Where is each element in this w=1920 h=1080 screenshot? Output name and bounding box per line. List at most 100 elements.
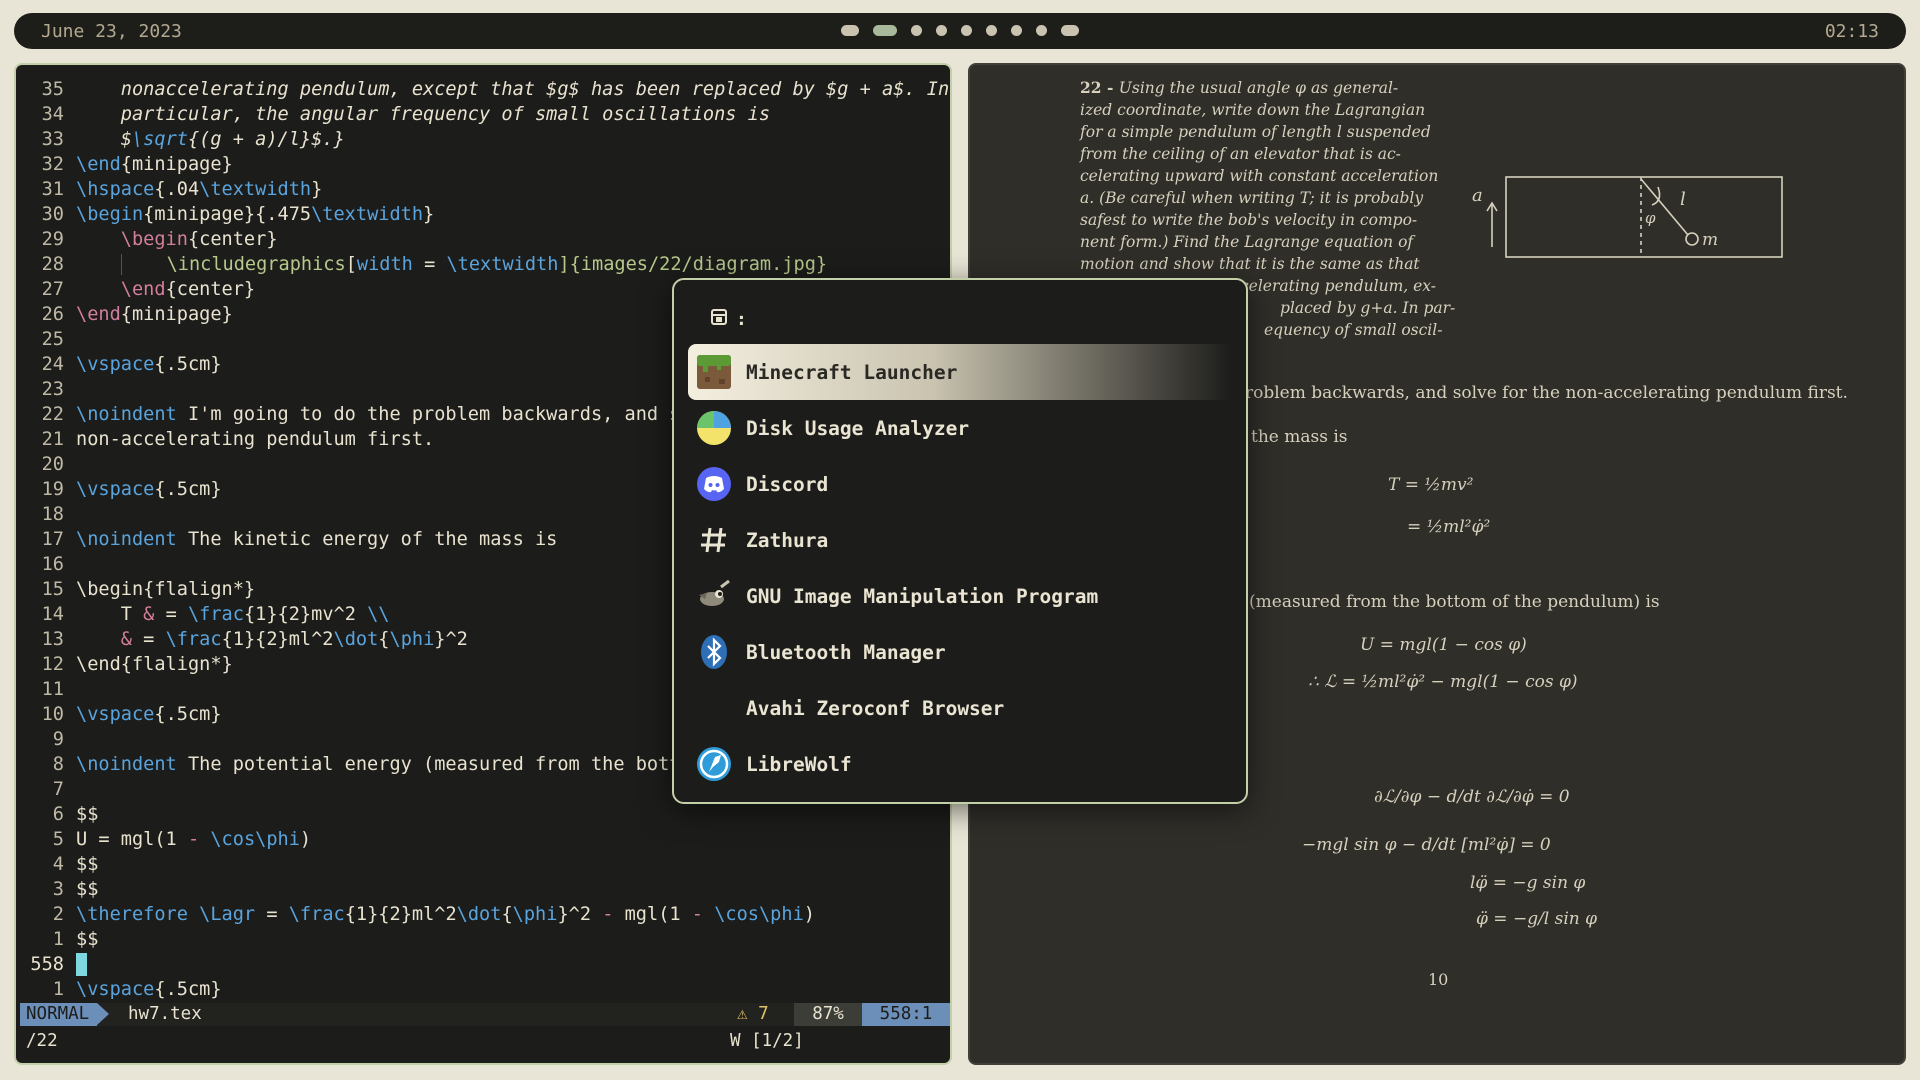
code-token: }^2 xyxy=(557,904,603,925)
problem-line: ized coordinate, write down the Lagrangi… xyxy=(1080,99,1440,121)
workspace-6[interactable] xyxy=(986,25,997,36)
line-number: 8 xyxy=(52,754,64,775)
app-launcher[interactable]: : Minecraft Launcher Disk Usage Analyzer D… xyxy=(672,278,1248,804)
code-line[interactable]: 28 \includegraphics[width = \textwidth]{… xyxy=(16,252,950,277)
launcher-entry-disk-usage-analyzer[interactable]: Disk Usage Analyzer xyxy=(688,400,1232,456)
problem-text: celerating upward with constant accelera… xyxy=(1080,167,1439,185)
launcher-entry-gnu-image-manipulation-program[interactable]: GNU Image Manipulation Program xyxy=(688,568,1232,624)
line-text: \end{minipage} xyxy=(76,152,233,177)
code-line[interactable]: 3 $$ xyxy=(16,877,950,902)
code-token: $ xyxy=(120,129,132,150)
problem-text: motion and show that it is the same as t… xyxy=(1080,255,1420,273)
code-line[interactable]: 558 xyxy=(16,952,950,977)
launcher-entry-librewolf[interactable]: LibreWolf xyxy=(688,736,1232,792)
code-token: \end xyxy=(120,279,166,300)
code-line[interactable]: 32 \end{minipage} xyxy=(16,152,950,177)
line-number: 1 xyxy=(52,929,64,950)
code-line[interactable]: 1 $$ xyxy=(16,927,950,952)
workspace-5[interactable] xyxy=(961,25,972,36)
line-number: 28 xyxy=(41,254,64,275)
line-number: 27 xyxy=(41,279,64,300)
code-token: {flalign*} xyxy=(120,654,233,675)
launcher-entry-avahi-zeroconf-browser[interactable]: Avahi Zeroconf Browser xyxy=(688,680,1232,736)
line-text: \begin{minipage}{.475\textwidth} xyxy=(76,202,434,227)
code-line[interactable]: 2 \therefore \Lagr = \frac{1}{2}ml^2\dot{… xyxy=(16,902,950,927)
line-text xyxy=(76,952,87,977)
code-token: ) xyxy=(803,904,815,925)
code-token: - xyxy=(691,904,703,925)
code-token: {(g + a)/l}$.} xyxy=(187,129,345,150)
problem-line: for a simple pendulum of length l suspen… xyxy=(1080,121,1440,143)
code-token: \\ xyxy=(367,604,390,625)
line-number: 23 xyxy=(41,379,64,400)
launcher-entry-zathura[interactable]: Zathura xyxy=(688,512,1232,568)
workspace-8[interactable] xyxy=(1036,25,1047,36)
code-line[interactable]: 6 $$ xyxy=(16,802,950,827)
diagram-label-m: m xyxy=(1702,230,1718,250)
code-token: non-accelerating pendulum first. xyxy=(76,429,435,450)
line-number: 18 xyxy=(41,504,64,525)
warning-count: ⚠ 7 xyxy=(737,1004,769,1024)
code-token: \phi xyxy=(512,904,558,925)
code-token: } xyxy=(423,204,435,225)
diagram-label-l: l xyxy=(1680,189,1686,210)
problem-line: from the ceiling of an elevator that is … xyxy=(1080,143,1440,165)
problem-text: placed by g+a. In par- xyxy=(1280,299,1456,317)
launcher-prompt[interactable]: : xyxy=(710,308,747,330)
code-token: {.5cm} xyxy=(154,354,222,375)
workspace-2[interactable] xyxy=(873,25,897,36)
command-line[interactable]: /22 W [1/2] xyxy=(20,1029,950,1053)
workspace-4[interactable] xyxy=(936,25,947,36)
workspace-9[interactable] xyxy=(1061,25,1079,36)
launcher-entry-discord[interactable]: Discord xyxy=(688,456,1232,512)
code-line[interactable]: 29 \begin{center} xyxy=(16,227,950,252)
launcher-entry-minecraft-launcher[interactable]: Minecraft Launcher xyxy=(688,344,1232,400)
code-line[interactable]: 35 nonaccelerating pendulum, except that… xyxy=(16,77,950,102)
code-token: \frac xyxy=(288,904,345,925)
code-token: \dot xyxy=(333,629,379,650)
line-text: U = mgl(1 - \cos\phi) xyxy=(76,827,311,852)
problem-line: a. (Be careful when writing T; it is pro… xyxy=(1080,187,1440,209)
code-token: \cos\phi xyxy=(714,904,804,925)
code-line[interactable]: 4 $$ xyxy=(16,852,950,877)
code-token: \begin xyxy=(120,229,188,250)
code-token: {.5cm} xyxy=(154,979,222,1000)
line-text: \end{minipage} xyxy=(76,302,233,327)
launcher-entry-label: Zathura xyxy=(746,528,829,552)
workspace-1[interactable] xyxy=(841,25,859,36)
problem-text: a. (Be careful when writing T; it is pro… xyxy=(1080,189,1424,207)
launcher-entry-label: Avahi Zeroconf Browser xyxy=(746,696,1005,720)
code-line[interactable]: 5 U = mgl(1 - \cos\phi) xyxy=(16,827,950,852)
code-token: = xyxy=(255,904,289,925)
equation-euler-lagrange: ∂ℒ/∂φ − d/dt ∂ℒ/∂φ̇ = 0 xyxy=(1374,787,1570,807)
launcher-results: Minecraft Launcher Disk Usage Analyzer Dis… xyxy=(688,344,1232,792)
problem-line: nent form.) Find the Lagrange equation o… xyxy=(1080,231,1440,253)
code-token: \textwidth xyxy=(311,204,424,225)
line-number: 22 xyxy=(41,404,64,425)
code-line[interactable]: 34 particular, the angular frequency of … xyxy=(16,102,950,127)
diagram-label-phi: φ xyxy=(1645,209,1656,227)
code-token: particular, the angular frequency of sma… xyxy=(120,104,771,125)
code-line[interactable]: 31 \hspace{.04\textwidth} xyxy=(16,177,950,202)
launcher-entry-label: Discord xyxy=(746,472,829,496)
line-number: 6 xyxy=(52,804,64,825)
line-number: 4 xyxy=(52,854,64,875)
code-line[interactable]: 30 \begin{minipage}{.475\textwidth} xyxy=(16,202,950,227)
diagram-label-a: a xyxy=(1472,185,1483,206)
workspace-7[interactable] xyxy=(1011,25,1022,36)
launcher-entry-bluetooth-manager[interactable]: Bluetooth Manager xyxy=(688,624,1232,680)
line-number: 10 xyxy=(41,704,64,725)
code-token: width xyxy=(356,254,413,275)
search-query: /22 xyxy=(26,1031,58,1051)
code-token: {center} xyxy=(187,229,278,250)
disk-usage-icon xyxy=(694,408,734,448)
line-number: 13 xyxy=(41,629,64,650)
launcher-entry-label: Bluetooth Manager xyxy=(746,640,946,664)
code-line[interactable]: 33 $\sqrt{(g + a)/l}$.} xyxy=(16,127,950,152)
workspace-3[interactable] xyxy=(911,25,922,36)
code-line[interactable]: 1 \vspace{.5cm} xyxy=(16,977,950,1002)
code-token: \therefore xyxy=(76,904,188,925)
